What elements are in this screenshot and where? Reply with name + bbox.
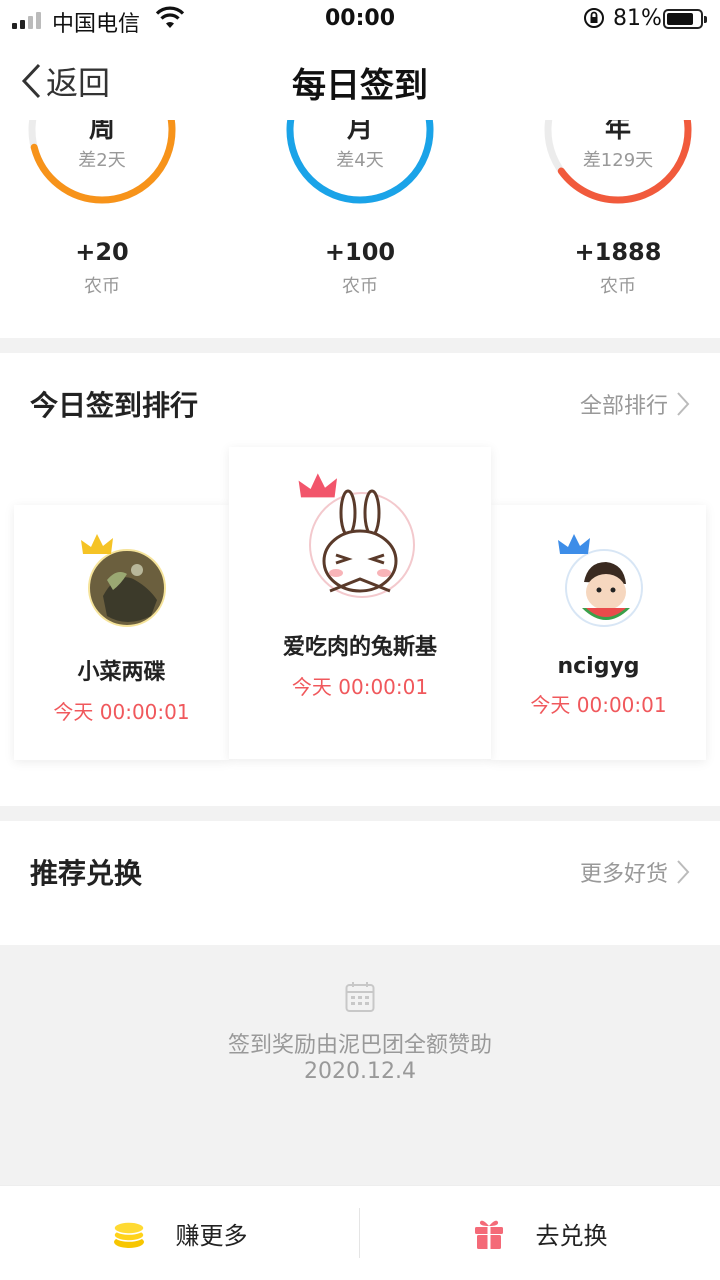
- exchange-title: 推荐兑换: [30, 857, 143, 890]
- all-ranking-link[interactable]: 全部排行: [580, 388, 690, 420]
- user-name: 爱吃肉的兔斯基: [282, 635, 437, 660]
- earn-more-label: 赚更多: [175, 1222, 248, 1250]
- section-divider: [0, 806, 720, 821]
- avatar: [77, 534, 167, 630]
- period-label: 周: [88, 120, 115, 144]
- all-ranking-label: 全部排行: [579, 394, 668, 419]
- nav-bar: 返回 每日签到: [0, 40, 720, 120]
- avatar: [298, 473, 420, 603]
- bottom-bar: 赚更多 去兑换: [0, 1185, 720, 1280]
- period-week[interactable]: 周 差2天 +20 农币: [2, 120, 202, 298]
- rank-card-3[interactable]: ncigyg 今天 00:00:01: [491, 505, 706, 760]
- period-remaining: 差4天: [336, 150, 384, 171]
- sponsor-text: 签到奖励由泥巴团全额赞助: [227, 1033, 492, 1058]
- ranking-title: 今日签到排行: [30, 389, 199, 422]
- coins-icon: [112, 1220, 145, 1248]
- period-label: 年: [604, 120, 631, 144]
- battery-percent: 81%: [613, 6, 662, 31]
- gift-icon: [474, 1220, 503, 1249]
- go-exchange-label: 去兑换: [535, 1222, 608, 1250]
- user-name: 小菜两碟: [77, 660, 166, 685]
- chevron-right-icon: [677, 392, 690, 416]
- rotation-lock-icon: [582, 6, 606, 36]
- more-goods-label: 更多好货: [579, 862, 668, 887]
- rank-card-1[interactable]: 爱吃肉的兔斯基 今天 00:00:01: [229, 447, 491, 759]
- page-title: 每日签到: [292, 66, 428, 106]
- go-exchange-button[interactable]: 去兑换: [360, 1186, 719, 1280]
- calendar-icon: [345, 982, 375, 1012]
- period-points: +100: [324, 238, 396, 266]
- chevron-right-icon: [677, 860, 690, 884]
- period-label: 月: [346, 120, 373, 144]
- section-divider: [0, 338, 720, 353]
- period-points: +1888: [574, 238, 662, 266]
- period-points: +20: [75, 238, 129, 266]
- daily-checkin-page: 中国电信 00:00 81% 返回 每日签到 周 差2天 +20 农币 月 差4…: [0, 0, 720, 1280]
- checkin-time: 今天 00:00:01: [291, 675, 429, 699]
- period-year[interactable]: 年 差129天 +1888 农币: [518, 120, 718, 298]
- earn-more-button[interactable]: 赚更多: [0, 1186, 359, 1280]
- battery-icon: [663, 9, 707, 29]
- checkin-time: 今天 00:00:01: [53, 700, 190, 724]
- sponsor-date: 2020.12.4: [304, 1059, 416, 1084]
- more-goods-link[interactable]: 更多好货: [580, 856, 690, 888]
- sponsor-info: 签到奖励由泥巴团全额赞助 2020.12.4: [0, 945, 720, 1185]
- period-unit: 农币: [342, 276, 378, 297]
- period-unit: 农币: [600, 276, 636, 297]
- checkin-time: 今天 00:00:01: [530, 693, 667, 717]
- rank-card-2[interactable]: 小菜两碟 今天 00:00:01: [14, 505, 229, 760]
- crown-icon: [80, 534, 113, 554]
- user-name: ncigyg: [557, 654, 640, 679]
- clock: 00:00: [324, 6, 396, 31]
- avatar: [554, 534, 644, 630]
- period-month[interactable]: 月 差4天 +100 农币: [260, 120, 460, 298]
- period-remaining: 差2天: [78, 150, 126, 171]
- period-unit: 农币: [84, 276, 120, 297]
- period-remaining: 差129天: [582, 150, 654, 171]
- status-bar: 中国电信 00:00 81%: [0, 0, 720, 40]
- crown-icon: [298, 473, 337, 498]
- crown-icon: [557, 534, 590, 554]
- checkin-periods: 周 差2天 +20 农币 月 差4天 +100 农币 年 差129天 +1888…: [0, 120, 720, 338]
